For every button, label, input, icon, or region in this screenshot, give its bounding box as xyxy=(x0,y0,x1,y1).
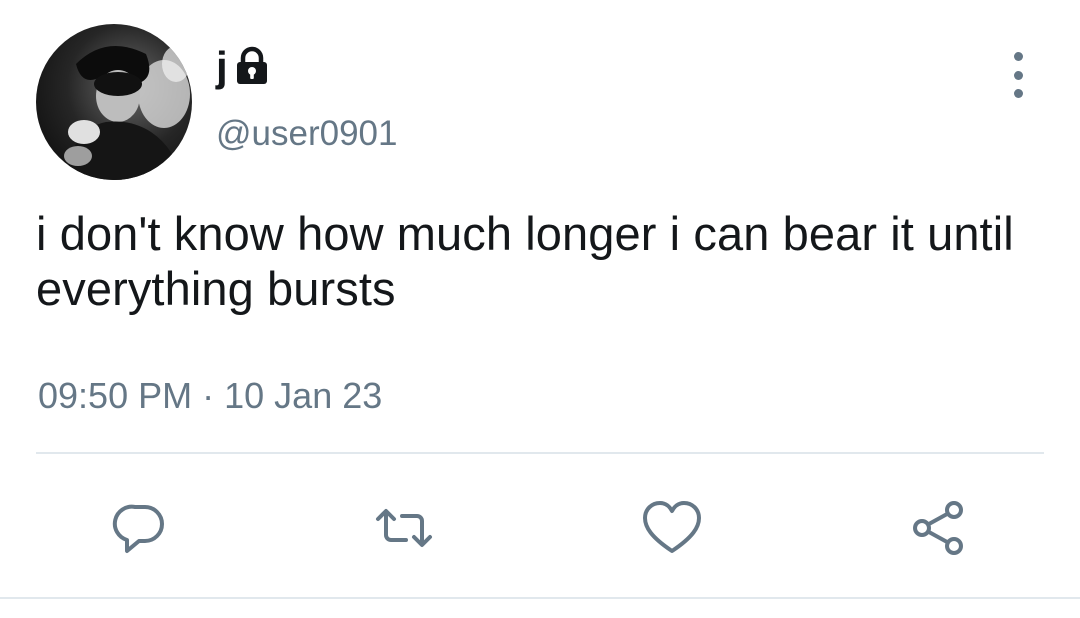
divider xyxy=(0,597,1080,599)
retweet-button[interactable] xyxy=(372,496,436,560)
share-icon xyxy=(913,501,963,555)
heart-icon xyxy=(643,501,701,553)
share-button[interactable] xyxy=(906,496,970,560)
like-button[interactable] xyxy=(640,496,704,560)
display-name-text: j xyxy=(216,42,228,90)
more-dot xyxy=(1013,89,1023,98)
reply-icon xyxy=(112,504,164,553)
tweet-text: i don't know how much longer i can bear … xyxy=(36,207,1014,315)
lock-icon xyxy=(232,46,272,91)
user-handle[interactable]: @user0901 xyxy=(216,113,397,155)
tweet-date: 10 Jan 23 xyxy=(224,375,383,416)
reply-button[interactable] xyxy=(108,496,172,560)
tweet-time: 09:50 PM xyxy=(38,375,193,416)
more-vertical-icon[interactable] xyxy=(1000,52,1036,98)
avatar[interactable] xyxy=(36,24,192,180)
meta-separator: · xyxy=(202,375,215,416)
avatar-image xyxy=(36,24,192,180)
divider xyxy=(36,452,1044,454)
more-dot xyxy=(1013,52,1023,61)
tweet-timestamp[interactable]: 09:50 PM · 10 Jan 23 xyxy=(38,374,382,418)
display-name[interactable]: j xyxy=(216,42,272,91)
retweet-icon xyxy=(376,509,432,547)
more-dot xyxy=(1013,70,1023,80)
